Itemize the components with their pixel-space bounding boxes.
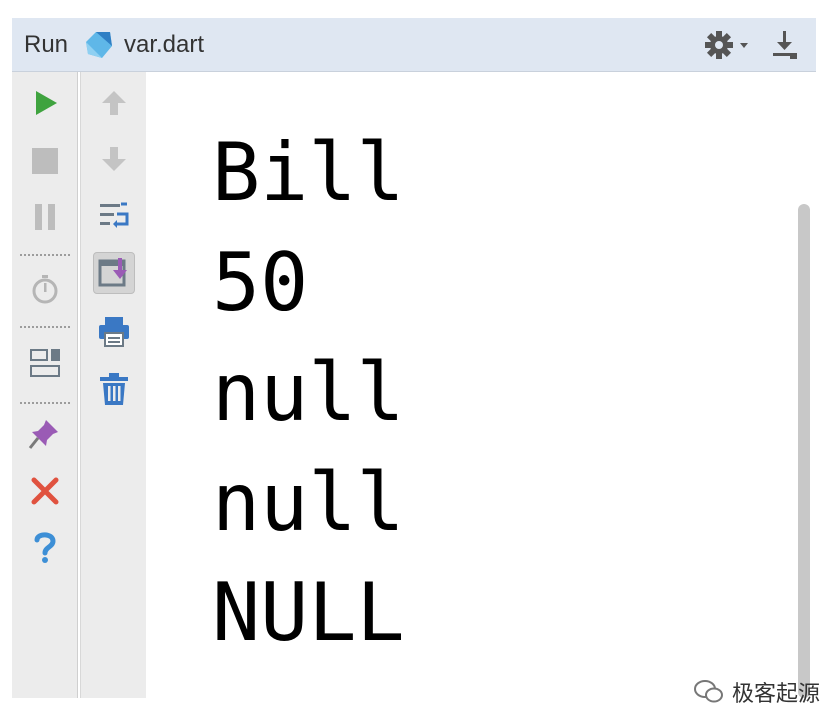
- run-header: Run var.dart: [12, 18, 816, 72]
- console-output[interactable]: Bill 50 null null NULL: [148, 72, 816, 698]
- dart-file-icon: [86, 32, 112, 58]
- chat-bubbles-icon: [694, 680, 723, 703]
- settings-menu-button[interactable]: [704, 29, 754, 61]
- stop-icon: [32, 148, 58, 174]
- watermark-text: 极客起源: [732, 681, 821, 706]
- previous-occurrence-button[interactable]: [93, 82, 135, 124]
- console-line: Bill: [212, 126, 405, 219]
- console-line: null: [212, 346, 405, 439]
- timer-icon: [32, 275, 58, 304]
- run-toolbar: [12, 72, 78, 698]
- toolbar-separator: [20, 254, 70, 256]
- watermark: 极客起源: [694, 676, 820, 708]
- console-line: NULL: [212, 566, 405, 659]
- console-line: 50: [212, 236, 309, 329]
- next-occurrence-button[interactable]: [93, 138, 135, 180]
- clear-all-button[interactable]: [93, 368, 135, 410]
- toolbar-separator: [20, 326, 70, 328]
- run-label: Run: [24, 31, 69, 58]
- scroll-to-end-icon: [98, 258, 127, 287]
- scrollbar-thumb[interactable]: [798, 204, 810, 698]
- run-config-tab[interactable]: var.dart: [124, 31, 204, 59]
- console-toolbar: [80, 72, 146, 698]
- arrow-down-icon: [102, 147, 126, 171]
- gear-icon: [705, 31, 748, 59]
- layout-icon: [30, 349, 60, 377]
- vertical-scrollbar[interactable]: [798, 72, 810, 698]
- timer-button[interactable]: [24, 268, 66, 310]
- toolbar-separator: [20, 402, 70, 404]
- download-icon[interactable]: [768, 28, 802, 62]
- stop-button[interactable]: [24, 140, 66, 182]
- rerun-button[interactable]: [24, 82, 66, 124]
- scroll-to-end-button[interactable]: [93, 252, 135, 294]
- run-tool-window: Run var.dart Bill 50 null null NULL: [12, 18, 816, 698]
- close-icon: [31, 477, 59, 505]
- console-line: null: [212, 456, 405, 549]
- help-button[interactable]: [24, 526, 66, 568]
- pause-button[interactable]: [24, 196, 66, 238]
- trash-icon: [100, 373, 128, 405]
- restore-layout-button[interactable]: [24, 342, 66, 384]
- chevron-down-icon: [740, 43, 748, 48]
- pause-icon: [35, 204, 55, 230]
- print-icon: [99, 317, 129, 347]
- run-icon: [36, 91, 57, 115]
- soft-wrap-button[interactable]: [93, 196, 135, 238]
- help-icon: [34, 532, 56, 563]
- pin-tab-button[interactable]: [24, 412, 66, 454]
- pin-icon: [28, 420, 58, 449]
- print-button[interactable]: [93, 310, 135, 352]
- arrow-up-icon: [102, 91, 126, 115]
- close-button[interactable]: [24, 470, 66, 512]
- soft-wrap-icon: [100, 202, 129, 228]
